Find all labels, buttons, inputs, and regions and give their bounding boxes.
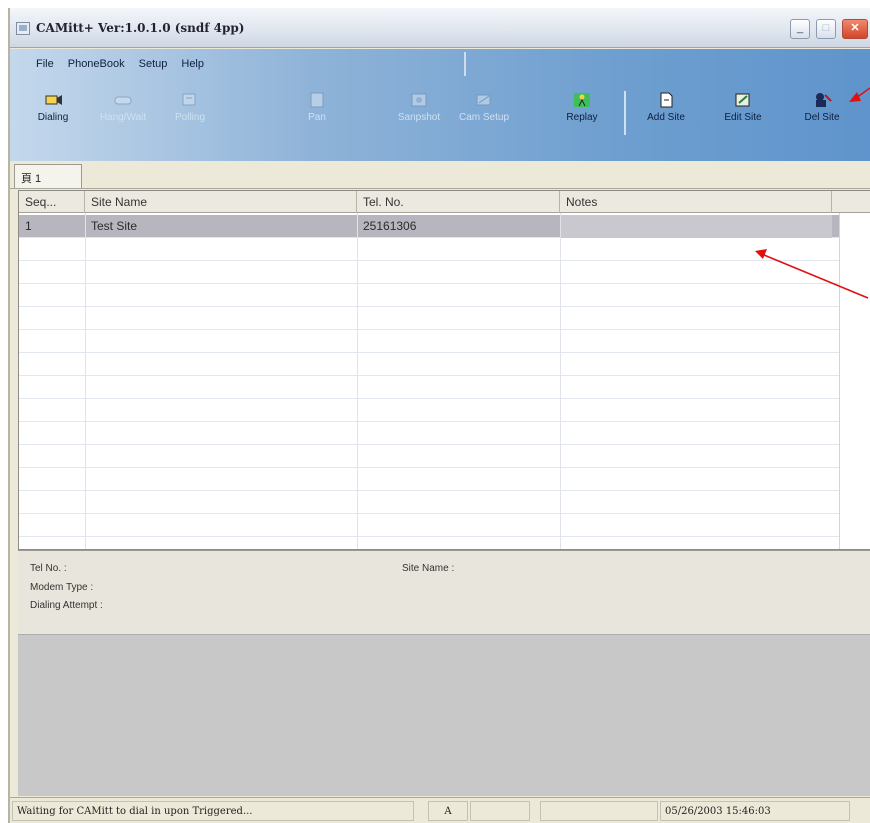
menubar-divider (464, 52, 466, 76)
cam-setup-icon (476, 94, 491, 106)
pan-icon (310, 92, 324, 108)
replay-icon (574, 93, 590, 107)
hang-wait-button[interactable]: Hang/Wait (88, 85, 158, 141)
table-row-empty[interactable] (19, 399, 839, 422)
status-panel-empty (540, 801, 658, 821)
table-row-empty[interactable] (19, 422, 839, 445)
menu-phonebook[interactable]: PhoneBook (68, 53, 125, 75)
menu-file[interactable]: File (36, 53, 54, 75)
add-site-icon (660, 92, 673, 108)
column-divider (560, 213, 561, 549)
close-button[interactable]: ✕ (842, 19, 868, 39)
pan-button[interactable]: Pan (292, 85, 342, 141)
del-site-button[interactable]: Del Site (794, 85, 850, 141)
title-bar[interactable]: CAMitt+ Ver:1.0.1.0 (sndf 4pp) _ □ ✕ (10, 8, 870, 48)
toolbar: Dialing Hang/Wait Polling Pan Sanpshot C… (20, 85, 866, 143)
tab-strip: 頁 1 (10, 161, 870, 189)
snapshot-icon (411, 93, 427, 107)
status-panel-empty (470, 801, 530, 821)
table-row-empty[interactable] (19, 353, 839, 376)
column-divider (85, 213, 86, 549)
maximize-button[interactable]: □ (816, 19, 836, 39)
column-header-site-name[interactable]: Site Name (85, 191, 357, 213)
cell-site-name: Test Site (91, 219, 138, 233)
table-row-empty[interactable] (19, 261, 839, 284)
site-table: Seq... Site Name Tel. No. Notes 1 Test S… (18, 190, 870, 550)
table-empty-area (839, 213, 870, 549)
table-row-empty[interactable] (19, 468, 839, 491)
column-header-notes[interactable]: Notes (560, 191, 832, 213)
polling-icon (182, 93, 196, 106)
edit-site-icon (735, 93, 750, 107)
app-icon[interactable] (16, 22, 30, 35)
status-message: Waiting for CAMitt to dial in upon Trigg… (12, 801, 414, 821)
site-info-panel: Tel No. : Site Name : Modem Type : Diali… (18, 550, 870, 634)
table-row-empty[interactable] (19, 307, 839, 330)
table-row-empty[interactable] (19, 376, 839, 399)
cell-seq: 1 (25, 219, 32, 233)
dialing-attempt-label: Dialing Attempt : (30, 600, 103, 611)
column-header-tel-no[interactable]: Tel. No. (357, 191, 560, 213)
column-header-seq[interactable]: Seq... (19, 191, 85, 213)
site-name-label: Site Name : (402, 563, 455, 574)
table-header: Seq... Site Name Tel. No. Notes (19, 191, 870, 213)
log-panel (18, 634, 870, 796)
app-window: CAMitt+ Ver:1.0.1.0 (sndf 4pp) _ □ ✕ Fil… (8, 8, 870, 823)
snapshot-button[interactable]: Sanpshot (388, 85, 450, 141)
dialing-icon (45, 95, 62, 105)
table-row-empty[interactable] (19, 491, 839, 514)
status-bar: Waiting for CAMitt to dial in upon Trigg… (10, 797, 870, 823)
table-row-empty[interactable] (19, 445, 839, 468)
column-divider (357, 213, 358, 549)
add-site-button[interactable]: Add Site (636, 85, 696, 141)
dialing-button[interactable]: Dialing (24, 85, 82, 141)
status-datetime: 05/26/2003 15:46:03 (660, 801, 850, 821)
window-title: CAMitt+ Ver:1.0.1.0 (sndf 4pp) (36, 21, 245, 35)
hangup-icon (114, 96, 132, 105)
modem-type-label: Modem Type : (30, 582, 94, 593)
menu-setup[interactable]: Setup (139, 53, 168, 75)
tel-no-label: Tel No. : (30, 563, 67, 574)
menu-help[interactable]: Help (181, 53, 204, 75)
status-indicator: A (428, 801, 468, 821)
cell-tel-no: 25161306 (363, 219, 417, 233)
menu-toolbar-band: File PhoneBook Setup Help Dialing Hang/W… (10, 49, 870, 161)
polling-button[interactable]: Polling (162, 85, 218, 141)
table-row[interactable]: 1 Test Site 25161306 (19, 215, 839, 238)
table-row-empty[interactable] (19, 514, 839, 537)
minimize-button[interactable]: _ (790, 19, 810, 39)
edit-site-button[interactable]: Edit Site (714, 85, 772, 141)
table-row-empty[interactable] (19, 284, 839, 307)
toolbar-separator (624, 91, 626, 135)
tab-page-1[interactable]: 頁 1 (14, 164, 82, 188)
del-site-icon (816, 93, 832, 107)
menu-bar: File PhoneBook Setup Help (16, 53, 204, 75)
replay-button[interactable]: Replay (556, 85, 608, 141)
table-row-empty[interactable] (19, 238, 839, 261)
cell-notes (560, 215, 832, 238)
table-row-empty[interactable] (19, 330, 839, 353)
cam-setup-button[interactable]: Cam Setup (452, 85, 516, 141)
